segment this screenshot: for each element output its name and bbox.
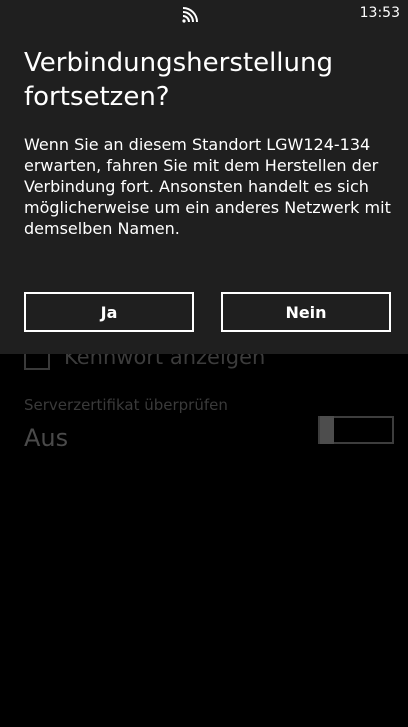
yes-button[interactable]: Ja [24,292,194,332]
connect-confirm-dialog: 13:53 Verbindungsherstellung fortsetzen?… [0,0,408,354]
server-certificate-value: Aus [24,424,69,452]
dialog-title: Verbindungsherstellung fortsetzen? [24,48,333,112]
dialog-message: Wenn Sie an diesem Standort LGW124-134 e… [24,135,391,238]
status-bar: 13:53 [0,0,408,32]
toggle-knob[interactable] [320,416,334,444]
status-time: 13:53 [359,5,400,21]
wifi-signal-icon [182,7,198,23]
server-certificate-toggle[interactable] [318,416,394,444]
server-certificate-label: Serverzertifikat überprüfen [24,396,228,414]
no-button[interactable]: Nein [221,292,391,332]
